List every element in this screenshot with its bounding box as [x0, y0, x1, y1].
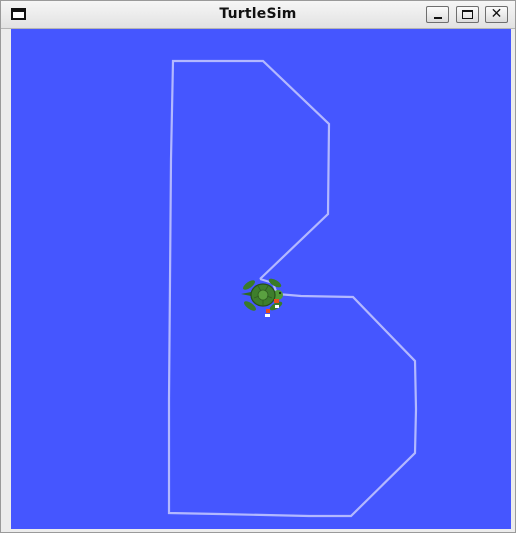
maximize-button[interactable]: [456, 6, 479, 23]
simulation-canvas: [11, 29, 511, 529]
minimize-icon: [434, 17, 442, 19]
turtlesim-window: TurtleSim ✕: [0, 0, 516, 533]
title-bar[interactable]: TurtleSim ✕: [1, 1, 515, 29]
turtle-sprite: [241, 278, 283, 317]
minimize-button[interactable]: [426, 6, 449, 23]
turtle-trail-path: [167, 59, 418, 518]
canvas-svg: [167, 59, 418, 518]
maximize-icon: [462, 10, 473, 19]
close-icon: ✕: [490, 6, 503, 22]
close-button[interactable]: ✕: [485, 6, 508, 23]
